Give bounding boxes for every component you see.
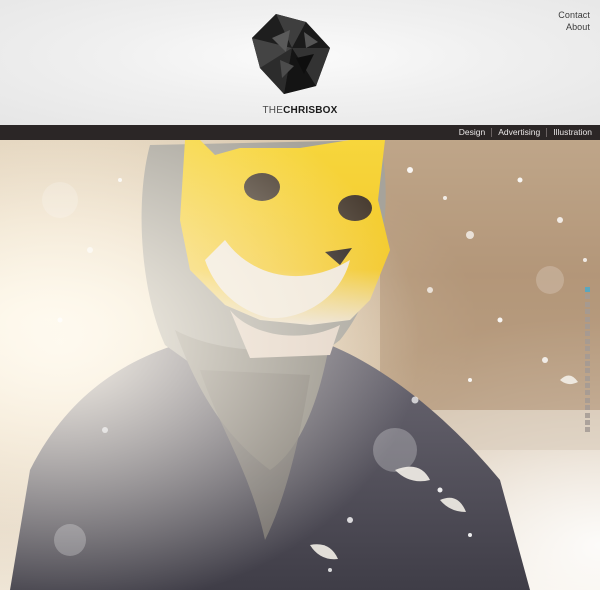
nav-design[interactable]: Design bbox=[459, 125, 485, 140]
slide-dot[interactable] bbox=[585, 323, 590, 329]
slide-dot[interactable] bbox=[585, 397, 590, 403]
slide-dot[interactable] bbox=[585, 331, 590, 337]
slide-dot[interactable] bbox=[585, 427, 590, 433]
site-header: Contact About THECHRISBOX bbox=[0, 0, 600, 125]
nav-advertising[interactable]: Advertising bbox=[498, 125, 540, 140]
slide-dot[interactable] bbox=[585, 360, 590, 366]
slide-dot[interactable] bbox=[585, 375, 590, 381]
slide-dot[interactable] bbox=[585, 301, 590, 307]
slide-dot[interactable] bbox=[585, 338, 590, 344]
slide-dot[interactable] bbox=[585, 390, 590, 396]
nav-separator bbox=[491, 128, 493, 137]
hero-slideshow[interactable] bbox=[0, 140, 600, 590]
main-nav: Design Advertising Illustration bbox=[0, 125, 600, 140]
nav-items: Design Advertising Illustration bbox=[459, 125, 592, 140]
chrisbox-logo-icon[interactable] bbox=[246, 8, 338, 100]
hero-image bbox=[0, 140, 600, 590]
nav-illustration[interactable]: Illustration bbox=[553, 125, 592, 140]
top-links: Contact About bbox=[558, 9, 590, 33]
slide-dot[interactable] bbox=[585, 294, 590, 300]
brand-prefix: THE bbox=[262, 105, 284, 116]
slide-dot[interactable] bbox=[585, 420, 590, 426]
slide-dot[interactable] bbox=[585, 383, 590, 389]
slide-dot[interactable] bbox=[585, 405, 590, 411]
slide-dot[interactable] bbox=[585, 287, 590, 292]
about-link[interactable]: About bbox=[558, 21, 590, 33]
slide-dot[interactable] bbox=[585, 412, 590, 418]
slide-dot[interactable] bbox=[585, 316, 590, 322]
slide-indicator bbox=[585, 287, 591, 435]
slide-dot[interactable] bbox=[585, 346, 590, 352]
brand-wordmark[interactable]: THECHRISBOX bbox=[0, 105, 600, 116]
brand-name: CHRISBOX bbox=[283, 105, 338, 116]
slide-dot[interactable] bbox=[585, 368, 590, 374]
nav-separator bbox=[546, 128, 548, 137]
contact-link[interactable]: Contact bbox=[558, 9, 590, 21]
slide-dot[interactable] bbox=[585, 309, 590, 315]
slide-dot[interactable] bbox=[585, 353, 590, 359]
